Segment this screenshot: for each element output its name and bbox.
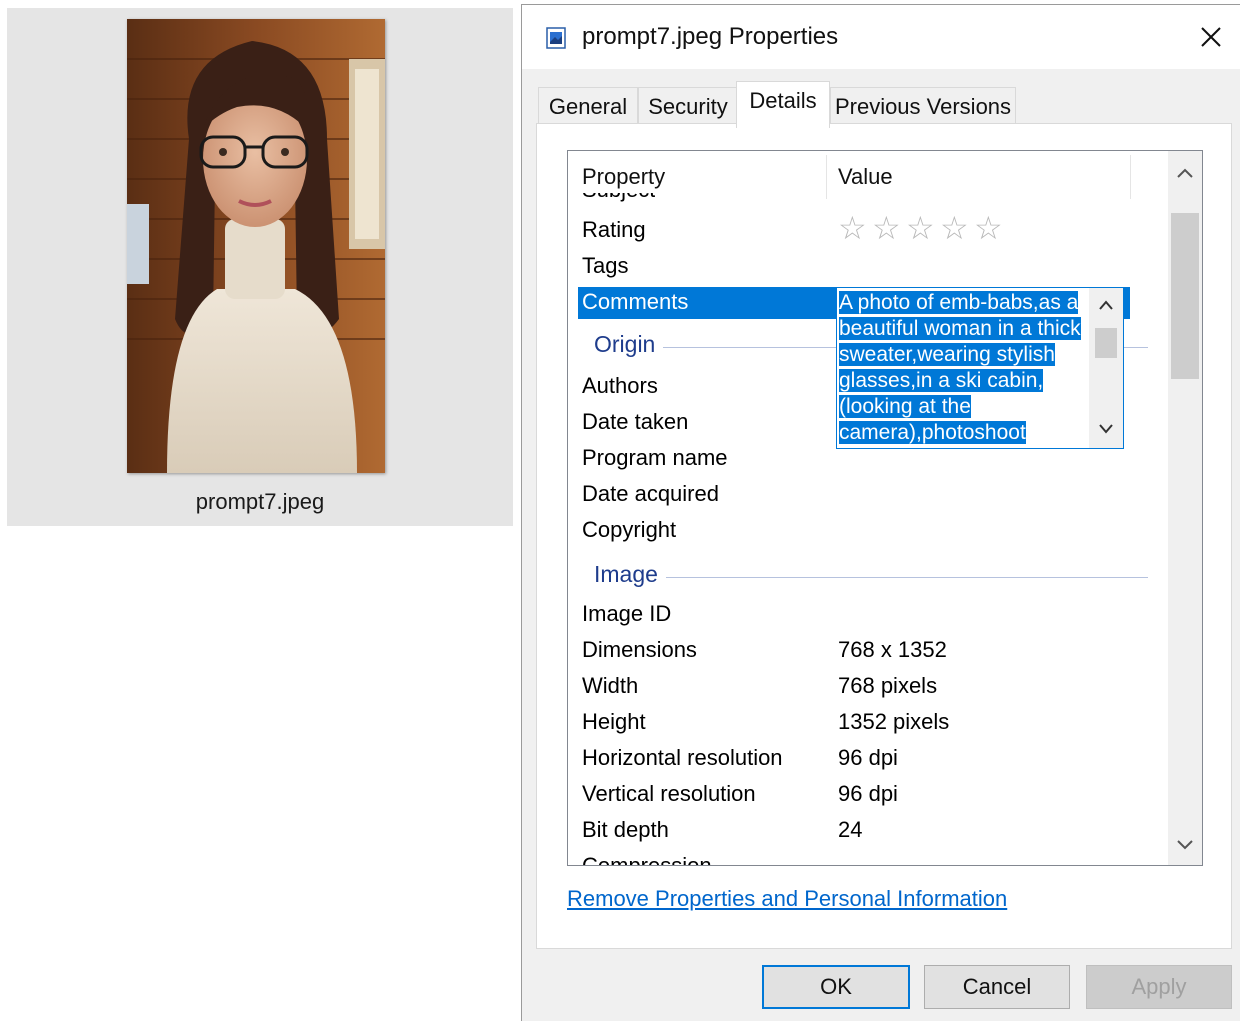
row-dimensions[interactable]: Dimensions 768 x 1352 <box>568 633 1168 669</box>
partial-row-top: Subject <box>582 193 655 203</box>
row-rating[interactable]: Rating ☆ ☆ ☆ ☆ ☆ <box>568 210 1168 249</box>
list-scrollbar[interactable] <box>1168 151 1202 865</box>
comments-text[interactable]: A photo of emb-babs,as a beautiful woman… <box>839 290 1089 446</box>
star-icon[interactable]: ☆ <box>838 209 867 247</box>
image-thumbnail[interactable] <box>127 19 385 473</box>
partial-row-bottom: Compression <box>582 853 712 865</box>
row-name: Date acquired <box>582 481 719 506</box>
row-tags[interactable]: Tags <box>568 249 1168 285</box>
comments-scrollbar[interactable] <box>1089 288 1123 448</box>
star-icon[interactable]: ☆ <box>906 209 935 247</box>
chevron-down-icon <box>1099 424 1113 434</box>
portrait-thumbnail-graphic <box>127 19 385 473</box>
comments-edit-box[interactable]: A photo of emb-babs,as a beautiful woman… <box>836 287 1124 449</box>
tab-details[interactable]: Details <box>736 81 830 128</box>
row-name: Comments <box>582 289 689 314</box>
row-name: Date taken <box>582 409 689 434</box>
star-icon[interactable]: ☆ <box>872 209 901 247</box>
scroll-thumb[interactable] <box>1095 328 1117 358</box>
row-value: 24 <box>838 817 863 842</box>
row-name: Copyright <box>582 517 677 542</box>
properties-dialog: prompt7.jpeg Properties General Security… <box>521 4 1240 1021</box>
column-separator[interactable] <box>826 155 827 199</box>
ok-button[interactable]: OK <box>762 965 910 1009</box>
row-name: Horizontal resolution <box>582 745 783 770</box>
cancel-button[interactable]: Cancel <box>924 965 1070 1009</box>
title-bar[interactable]: prompt7.jpeg Properties <box>522 5 1240 69</box>
row-horizontal-resolution[interactable]: Horizontal resolution 96 dpi <box>568 741 1168 777</box>
row-name: Height <box>582 709 646 734</box>
row-copyright[interactable]: Copyright <box>568 513 1168 549</box>
row-value: 768 x 1352 <box>838 637 947 662</box>
star-icon[interactable]: ☆ <box>940 209 969 247</box>
chevron-up-icon <box>1099 300 1113 310</box>
group-divider <box>598 577 1148 578</box>
row-vertical-resolution[interactable]: Vertical resolution 96 dpi <box>568 777 1168 813</box>
image-file-icon <box>546 27 566 49</box>
close-icon <box>1201 27 1221 47</box>
row-name: Tags <box>582 253 629 278</box>
close-button[interactable] <box>1188 13 1234 61</box>
scroll-thumb[interactable] <box>1171 213 1199 379</box>
group-label: Origin <box>594 331 664 358</box>
file-tile[interactable]: prompt7.jpeg <box>7 8 513 526</box>
scroll-up-button[interactable] <box>1089 292 1123 318</box>
star-icon[interactable]: ☆ <box>974 209 1003 247</box>
row-name: Dimensions <box>582 637 697 662</box>
row-height[interactable]: Height 1352 pixels <box>568 705 1168 741</box>
row-name: Program name <box>582 445 728 470</box>
file-name[interactable]: prompt7.jpeg <box>7 489 513 515</box>
group-label: Image <box>594 561 666 588</box>
row-width[interactable]: Width 768 pixels <box>568 669 1168 705</box>
row-bit-depth[interactable]: Bit depth 24 <box>568 813 1168 849</box>
row-value: 96 dpi <box>838 781 898 806</box>
row-name: Authors <box>582 373 658 398</box>
scroll-down-button[interactable] <box>1089 416 1123 442</box>
row-image-id[interactable]: Image ID <box>568 597 1168 633</box>
tab-previous-versions[interactable]: Previous Versions <box>830 87 1016 126</box>
row-value: 1352 pixels <box>838 709 950 734</box>
scroll-up-button[interactable] <box>1168 153 1202 193</box>
chevron-up-icon <box>1177 168 1193 178</box>
tab-general[interactable]: General <box>538 87 638 126</box>
row-date-acquired[interactable]: Date acquired <box>568 477 1168 513</box>
row-value: 96 dpi <box>838 745 898 770</box>
column-header-value[interactable]: Value <box>838 151 893 201</box>
row-name: Image ID <box>582 601 672 626</box>
row-name: Rating <box>582 217 646 242</box>
row-name: Width <box>582 673 639 698</box>
property-list[interactable]: Property Value Subject Rating ☆ ☆ ☆ ☆ ☆ … <box>567 150 1203 866</box>
chevron-down-icon <box>1177 840 1193 850</box>
dialog-title: prompt7.jpeg Properties <box>582 23 839 50</box>
apply-button[interactable]: Apply <box>1086 965 1232 1009</box>
row-name: Bit depth <box>582 817 669 842</box>
group-header-image: Image <box>568 559 1168 595</box>
remove-properties-link[interactable]: Remove Properties and Personal Informati… <box>567 886 1007 912</box>
row-value: 768 pixels <box>838 673 938 698</box>
details-tab-panel: Property Value Subject Rating ☆ ☆ ☆ ☆ ☆ … <box>536 123 1232 949</box>
scroll-down-button[interactable] <box>1168 825 1202 865</box>
column-separator[interactable] <box>1130 155 1131 199</box>
tab-security[interactable]: Security <box>638 87 738 126</box>
row-name: Vertical resolution <box>582 781 756 806</box>
